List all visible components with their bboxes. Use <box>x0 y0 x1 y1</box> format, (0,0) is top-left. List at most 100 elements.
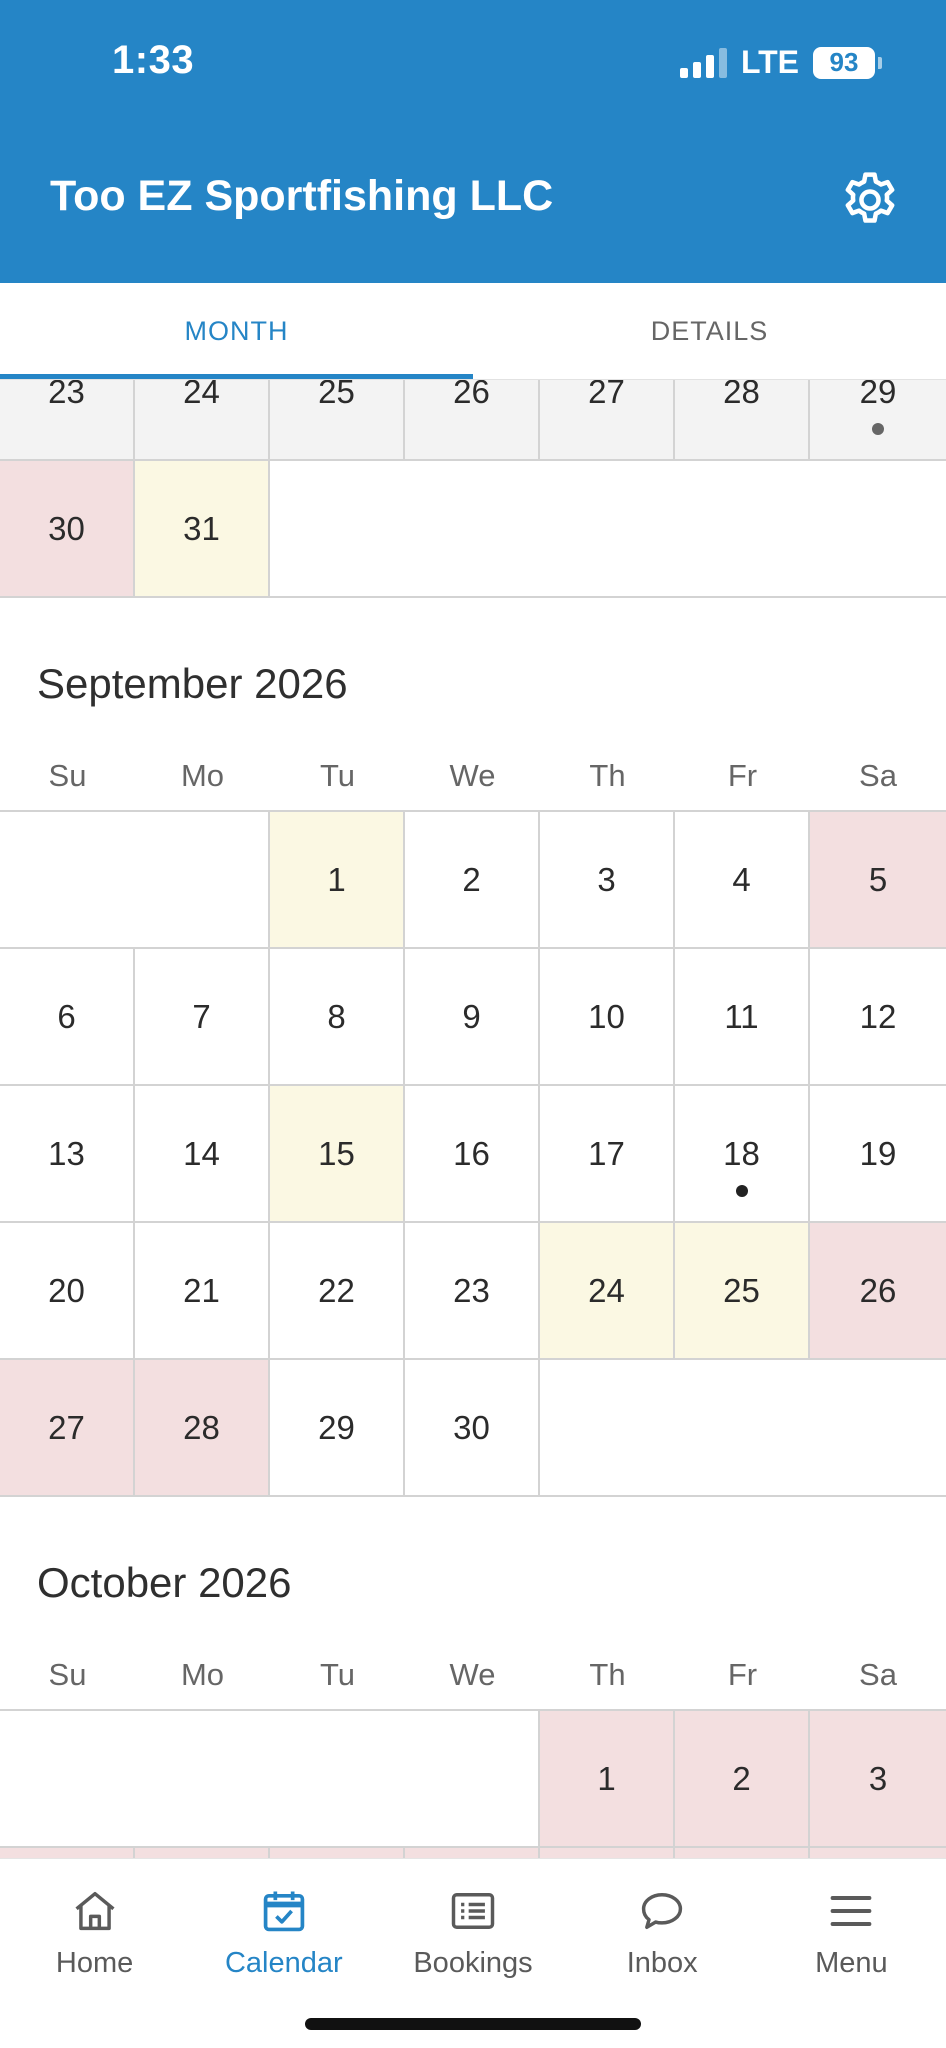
day-cell[interactable]: 17 <box>540 1086 675 1221</box>
nav-bookings[interactable]: Bookings <box>378 1859 567 1999</box>
nav-label: Inbox <box>626 1947 698 1979</box>
empty-cell <box>540 461 675 596</box>
day-cell[interactable]: 6 <box>0 949 135 1084</box>
nav-label: Calendar <box>224 1947 343 1979</box>
day-cell[interactable] <box>135 1848 270 1858</box>
day-cell[interactable]: 22 <box>270 1223 405 1358</box>
day-cell[interactable]: 1 <box>540 1711 675 1846</box>
nav-inbox[interactable]: Inbox <box>568 1859 757 1999</box>
day-cell[interactable]: 19 <box>810 1086 946 1221</box>
day-cell[interactable]: 1 <box>270 812 405 947</box>
day-cell[interactable]: 18 <box>675 1086 810 1221</box>
weekday-label: Fr <box>727 1657 758 1692</box>
day-cell[interactable]: 5 <box>810 812 946 947</box>
chat-bubble-icon <box>642 1893 683 1929</box>
home-indicator[interactable] <box>305 2018 641 2030</box>
day-cell[interactable]: 25 <box>675 1223 810 1358</box>
day-cell[interactable]: 24 <box>540 1223 675 1358</box>
day-cell[interactable] <box>270 1848 405 1858</box>
day-cell[interactable] <box>810 1848 946 1858</box>
calendar-check-icon <box>263 1891 305 1932</box>
day-cell[interactable]: 25 <box>270 380 405 459</box>
battery-icon: 93 <box>813 46 882 79</box>
day-cell[interactable]: 29 <box>810 380 946 459</box>
weekday-label: Sa <box>859 1657 897 1692</box>
nav-calendar[interactable]: Calendar <box>189 1859 378 1999</box>
calendar-scroll-area[interactable]: 23 24 25 26 27 28 29 30 31 September 202… <box>0 380 946 1858</box>
day-cell[interactable]: 31 <box>135 461 270 596</box>
week-row: 23 24 25 26 27 28 29 <box>0 380 946 461</box>
day-cell[interactable]: 8 <box>270 949 405 1084</box>
weekday-label: Mo <box>180 1657 225 1692</box>
day-cell[interactable]: 30 <box>405 1360 540 1495</box>
month-title: September 2026 <box>37 660 348 707</box>
network-type: LTE <box>740 44 799 80</box>
empty-cell <box>540 1360 675 1495</box>
weekday-header: Su Mo Tu We Th Fr Sa <box>0 1657 946 1711</box>
day-cell[interactable]: 4 <box>675 812 810 947</box>
day-cell[interactable]: 14 <box>135 1086 270 1221</box>
day-cell[interactable] <box>405 1848 540 1858</box>
day-cell[interactable]: 24 <box>135 380 270 459</box>
empty-cell <box>135 1711 270 1846</box>
day-cell[interactable]: 21 <box>135 1223 270 1358</box>
empty-cell <box>675 461 810 596</box>
week-row <box>0 1848 946 1858</box>
day-cell[interactable]: 23 <box>405 1223 540 1358</box>
day-cell[interactable] <box>675 1848 810 1858</box>
day-cell[interactable]: 12 <box>810 949 946 1084</box>
week-row: 27 28 29 30 <box>0 1360 946 1497</box>
nav-label: Menu <box>815 1947 888 1979</box>
empty-cell <box>810 461 946 596</box>
day-cell[interactable]: 28 <box>675 380 810 459</box>
weekday-label: We <box>449 1657 496 1692</box>
day-cell[interactable] <box>0 1848 135 1858</box>
day-cell[interactable]: 23 <box>0 380 135 459</box>
hamburger-icon <box>831 1896 872 1926</box>
week-row: 20 21 22 23 24 25 26 <box>0 1223 946 1360</box>
day-cell[interactable]: 3 <box>810 1711 946 1846</box>
day-cell[interactable] <box>540 1848 675 1858</box>
empty-cell <box>675 1360 810 1495</box>
day-cell[interactable]: 9 <box>405 949 540 1084</box>
empty-cell <box>810 1360 946 1495</box>
day-cell[interactable]: 29 <box>270 1360 405 1495</box>
booking-dot <box>735 1185 748 1197</box>
day-cell[interactable]: 27 <box>540 380 675 459</box>
day-cell[interactable]: 20 <box>0 1223 135 1358</box>
day-cell[interactable]: 26 <box>810 1223 946 1358</box>
empty-cell <box>0 812 135 947</box>
weekday-label: Th <box>589 758 626 793</box>
weekday-label: Th <box>589 1657 626 1692</box>
week-row: 1 2 3 4 5 <box>0 812 946 949</box>
day-cell[interactable]: 28 <box>135 1360 270 1495</box>
nav-menu[interactable]: Menu <box>757 1859 946 1999</box>
day-cell[interactable]: 2 <box>675 1711 810 1846</box>
day-cell[interactable]: 27 <box>0 1360 135 1495</box>
weekday-label: Sa <box>859 758 897 793</box>
list-icon <box>451 1893 495 1929</box>
day-cell[interactable]: 10 <box>540 949 675 1084</box>
tab-month[interactable]: MONTH <box>0 283 473 379</box>
empty-cell <box>270 1711 405 1846</box>
page-title: Too EZ Sportfishing LLC <box>50 172 554 220</box>
day-cell[interactable]: 30 <box>0 461 135 596</box>
weekday-label: Tu <box>319 758 356 793</box>
day-cell[interactable]: 2 <box>405 812 540 947</box>
empty-cell <box>405 461 540 596</box>
day-cell[interactable]: 26 <box>405 380 540 459</box>
nav-label: Home <box>55 1947 134 1979</box>
day-cell[interactable]: 16 <box>405 1086 540 1221</box>
day-cell[interactable]: 3 <box>540 812 675 947</box>
tab-details[interactable]: DETAILS <box>473 283 946 379</box>
gear-icon[interactable] <box>838 168 902 232</box>
week-row: 30 31 <box>0 461 946 598</box>
booking-dot <box>872 423 884 435</box>
day-cell[interactable]: 13 <box>0 1086 135 1221</box>
day-number: 18 <box>723 1134 760 1172</box>
day-cell[interactable]: 7 <box>135 949 270 1084</box>
day-cell[interactable]: 15 <box>270 1086 405 1221</box>
status-indicators: LTE 93 <box>679 44 882 81</box>
day-cell[interactable]: 11 <box>675 949 810 1084</box>
nav-home[interactable]: Home <box>0 1859 189 1999</box>
